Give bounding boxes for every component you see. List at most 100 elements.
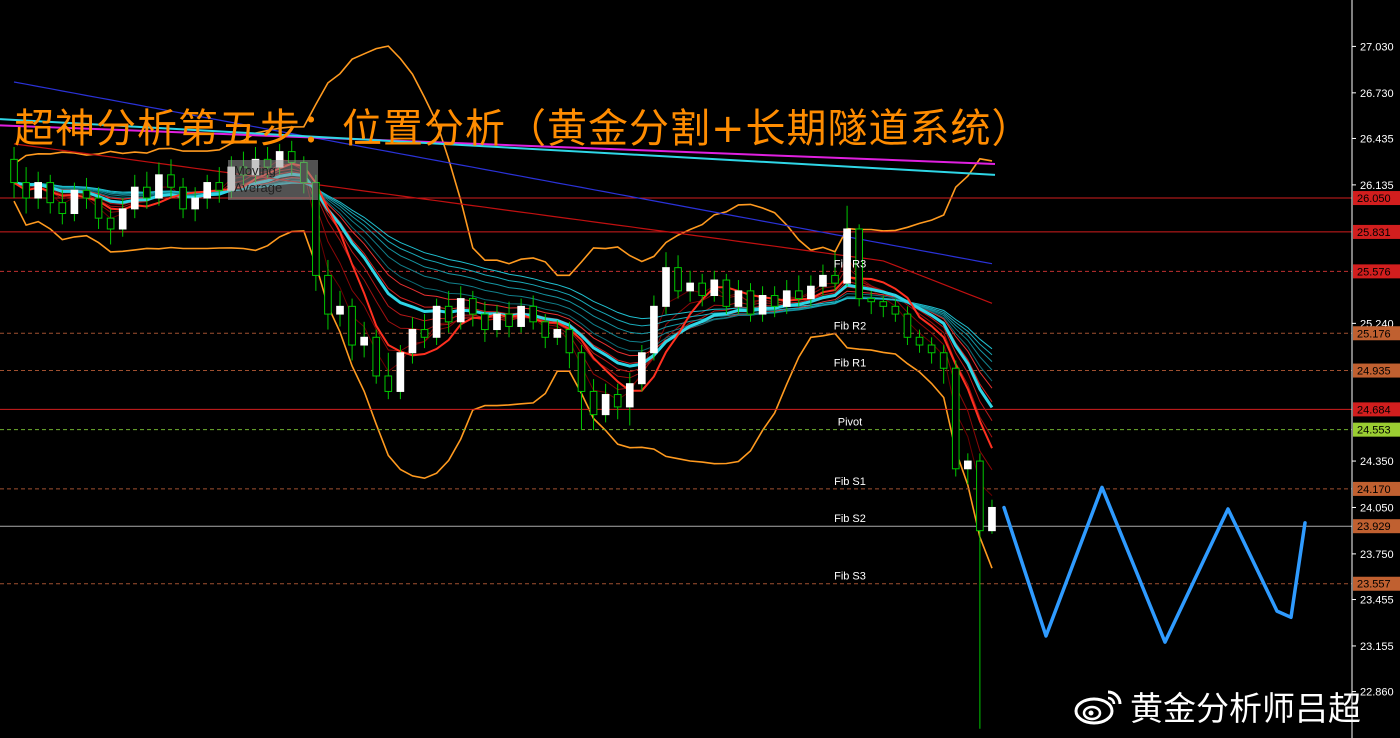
price-tag-2: 24.935 xyxy=(1357,366,1391,378)
candle-body xyxy=(589,390,598,416)
level-label-1: Fib R2 xyxy=(834,320,866,332)
candle-body xyxy=(22,182,30,199)
candle-body xyxy=(686,282,694,292)
candle-body xyxy=(951,367,960,470)
axis-tick-label-3: 26.135 xyxy=(1360,180,1394,192)
candle-body xyxy=(746,290,755,315)
candle-body xyxy=(927,344,936,354)
candle-body xyxy=(770,295,779,307)
axis-tick-label-10: 22.860 xyxy=(1360,687,1394,699)
candle-body xyxy=(118,208,127,230)
price-tag-8: 25.831 xyxy=(1357,227,1391,239)
fib-pivot-levels xyxy=(0,197,1352,585)
candle-body xyxy=(976,460,984,532)
candle-body xyxy=(143,186,151,199)
projection-zigzag xyxy=(1002,485,1307,644)
candle-body xyxy=(408,329,417,354)
price-tag-6: 23.557 xyxy=(1357,579,1391,591)
candle-body xyxy=(432,305,441,338)
candle-body xyxy=(46,182,55,204)
candle-body xyxy=(191,197,199,210)
candle-body xyxy=(758,295,767,315)
candle-body xyxy=(130,186,139,210)
chart-headline: 超神分析第五步：位置分析（黄金分割+长期隧道系统） xyxy=(14,106,1033,152)
candle-body xyxy=(988,506,996,532)
candle-body xyxy=(541,321,550,338)
candle-body xyxy=(444,305,453,323)
axis-tick-label-8: 23.455 xyxy=(1360,595,1394,607)
level-label-3: Pivot xyxy=(838,417,862,429)
candle-body xyxy=(625,383,634,408)
candle-body xyxy=(819,274,827,287)
level-label-4: Fib S1 xyxy=(834,476,866,488)
candle-body xyxy=(963,460,972,470)
price-tag-7: 26.050 xyxy=(1357,193,1391,205)
tooltip-line-2: Average xyxy=(234,180,283,195)
price-tag-1: 25.176 xyxy=(1357,328,1391,340)
candlesticks xyxy=(10,140,996,729)
candle-body xyxy=(903,313,912,338)
candle-body xyxy=(505,313,513,327)
candle-body xyxy=(843,228,851,284)
weibo-icon xyxy=(1074,690,1122,725)
level-label-5: Fib S2 xyxy=(834,513,866,525)
candle-body xyxy=(553,329,562,338)
candle-body xyxy=(360,336,368,346)
candle-body xyxy=(867,298,876,303)
candle-body xyxy=(70,189,79,215)
watermark-text: 黄金分析师吕超 xyxy=(1130,689,1361,728)
projection-path xyxy=(1002,485,1307,644)
candle-body xyxy=(879,301,888,307)
candle-body xyxy=(155,174,163,199)
price-tag-4: 24.170 xyxy=(1357,484,1391,496)
candle-body xyxy=(34,182,43,199)
candle-body xyxy=(372,336,381,377)
candle-body xyxy=(203,182,212,199)
candle-body xyxy=(662,267,670,307)
candle-body xyxy=(601,394,610,416)
candle-body xyxy=(420,329,429,338)
axis-tick-label-6: 24.050 xyxy=(1360,502,1394,514)
candle-body xyxy=(698,282,707,297)
moving-average-tooltip: Moving Average xyxy=(228,160,318,200)
candle-body xyxy=(915,336,924,346)
price-tag-9: 24.684 xyxy=(1357,404,1391,416)
candle-body xyxy=(831,274,839,284)
candle-body xyxy=(807,285,815,300)
candle-body xyxy=(734,290,743,307)
axis-tick-label-9: 23.155 xyxy=(1360,641,1394,653)
candle-body xyxy=(577,352,586,392)
candle-body xyxy=(650,305,658,354)
axis-tick-label-7: 23.750 xyxy=(1360,549,1394,561)
candle-body xyxy=(782,290,791,307)
price-axis: 27.03026.73026.43526.13525.24024.35024.0… xyxy=(1351,0,1400,738)
price-tag-0: 25.576 xyxy=(1357,266,1391,278)
candle-body xyxy=(529,305,538,323)
level-labels: Fib R3 Fib R2 Fib R1 Pivot Fib S1 Fib S2 Fib S… xyxy=(834,258,866,582)
axis-tick-label-0: 27.030 xyxy=(1360,41,1394,53)
candle-body xyxy=(613,394,622,408)
candle-body xyxy=(481,313,489,331)
candle-body xyxy=(396,352,405,392)
candle-body xyxy=(794,290,803,300)
candle-body xyxy=(94,197,103,219)
price-tag-5: 23.929 xyxy=(1357,521,1391,533)
candle-body xyxy=(179,186,187,210)
candle-body xyxy=(891,305,900,315)
candle-body xyxy=(348,305,356,346)
price-tag-3: 24.553 xyxy=(1357,425,1391,437)
candle-body xyxy=(456,298,465,323)
candle-body xyxy=(517,305,525,327)
candle-body xyxy=(58,202,67,215)
candle-body xyxy=(82,189,91,199)
candle-body xyxy=(384,375,393,392)
candle-body xyxy=(939,352,948,369)
watermark: 黄金分析师吕超 xyxy=(1074,682,1361,730)
axis-tick-label-5: 24.350 xyxy=(1360,456,1394,468)
candle-body xyxy=(336,305,344,315)
axis-tick-label-1: 26.730 xyxy=(1360,88,1394,100)
candle-body xyxy=(710,279,719,297)
candle-body xyxy=(324,274,332,315)
candle-body xyxy=(215,182,224,191)
level-label-6: Fib S3 xyxy=(834,571,866,583)
